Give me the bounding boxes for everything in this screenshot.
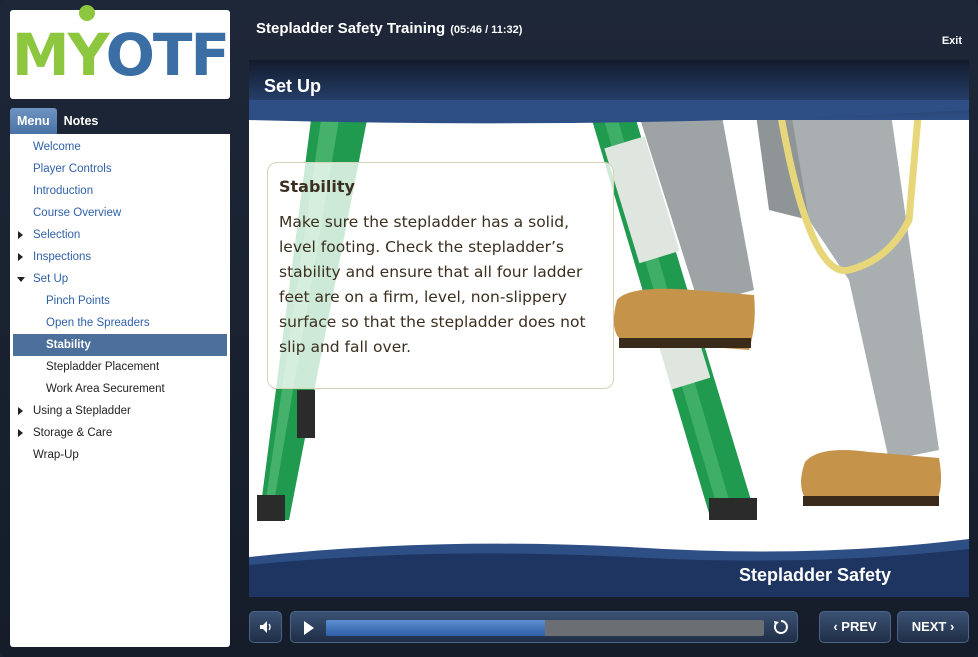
menu-item-label: Storage & Care xyxy=(33,427,113,439)
prev-label: ‹ PREV xyxy=(833,619,877,634)
menu-item-label: Introduction xyxy=(33,185,94,197)
menu-item-wrap-up[interactable]: Wrap-Up xyxy=(13,444,227,466)
progress-track[interactable] xyxy=(326,620,764,636)
menu-item-label: Wrap-Up xyxy=(33,449,79,461)
collapse-caret-icon[interactable] xyxy=(17,277,25,282)
menu-item-label: Course Overview xyxy=(33,207,122,219)
ladder-foot-left xyxy=(257,495,285,521)
progress-fill xyxy=(326,620,545,636)
menu-item-open-the-spreaders[interactable]: Open the Spreaders xyxy=(13,312,227,334)
logo-letter-y: Y xyxy=(68,4,108,89)
logo-letter-m: M xyxy=(11,20,70,89)
menu-item-player-controls[interactable]: Player Controls xyxy=(13,158,227,180)
menu-item-storage-care[interactable]: Storage & Care xyxy=(13,422,227,444)
course-time: (05:46 / 11:32) xyxy=(450,24,523,36)
menu-item-introduction[interactable]: Introduction xyxy=(13,180,227,202)
menu-item-stepladder-placement[interactable]: Stepladder Placement xyxy=(13,356,227,378)
expand-caret-icon[interactable] xyxy=(18,429,23,437)
volume-icon xyxy=(260,621,271,633)
menu-item-label: Selection xyxy=(33,229,81,241)
menu-item-label: Stepladder Placement xyxy=(46,361,160,373)
logo-letter-o: O xyxy=(105,20,155,89)
ladder-foot-right xyxy=(709,498,757,520)
menu-item-label: Using a Stepladder xyxy=(33,405,131,417)
menu-item-stability[interactable]: Stability xyxy=(13,334,227,356)
expand-caret-icon[interactable] xyxy=(18,253,23,261)
expand-caret-icon[interactable] xyxy=(18,231,23,239)
playback-bar xyxy=(290,611,798,643)
volume-button[interactable] xyxy=(249,611,282,643)
callout-title: Stability xyxy=(279,177,355,196)
logo-letters-tf: TF xyxy=(152,20,230,89)
course-title-text: Stepladder Safety Training xyxy=(256,20,446,37)
prev-button[interactable]: ‹ PREV xyxy=(819,611,891,643)
play-icon[interactable] xyxy=(304,621,314,635)
menu-panel: Welcome Player Controls Introduction Cou… xyxy=(10,134,230,647)
boot-right xyxy=(801,449,942,500)
exit-button[interactable]: Exit xyxy=(942,35,962,47)
menu-item-work-area-securement[interactable]: Work Area Securement xyxy=(13,378,227,400)
menu-item-label: Welcome xyxy=(33,141,81,153)
menu-item-label: Stability xyxy=(46,339,91,351)
menu-item-label: Open the Spreaders xyxy=(46,317,150,329)
menu-item-welcome[interactable]: Welcome xyxy=(13,136,227,158)
replay-icon[interactable] xyxy=(773,619,789,635)
slide-content: Set Up Stability Make sure the stepladde… xyxy=(249,60,969,597)
menu-item-inspections[interactable]: Inspections xyxy=(13,246,227,268)
tab-notes[interactable]: Notes xyxy=(57,108,106,134)
next-label: NEXT › xyxy=(911,619,955,634)
logo-dot xyxy=(78,4,95,21)
menu-item-label: Work Area Securement xyxy=(46,383,165,395)
tab-menu[interactable]: Menu xyxy=(10,108,57,134)
menu-item-course-overview[interactable]: Course Overview xyxy=(13,202,227,224)
menu-item-label: Pinch Points xyxy=(46,295,110,307)
menu-item-label: Player Controls xyxy=(33,163,112,175)
sidebar-tabs: Menu Notes xyxy=(10,108,230,134)
menu-item-label: Set Up xyxy=(33,273,69,285)
expand-caret-icon[interactable] xyxy=(18,407,23,415)
info-callout: Stability Make sure the stepladder has a… xyxy=(267,162,614,389)
menu-item-using-a-stepladder[interactable]: Using a Stepladder xyxy=(13,400,227,422)
header-wave xyxy=(249,100,969,124)
menu-item-pinch-points[interactable]: Pinch Points xyxy=(13,290,227,312)
callout-body: Make sure the stepladder has a solid, le… xyxy=(279,213,586,356)
next-button[interactable]: NEXT › xyxy=(897,611,969,643)
footer-label: Stepladder Safety xyxy=(738,565,891,585)
course-title: Stepladder Safety Training (05:46 / 11:32… xyxy=(256,20,522,37)
menu-item-selection[interactable]: Selection xyxy=(13,224,227,246)
slide-title: Set Up xyxy=(264,76,322,96)
logo: M YOTF xyxy=(10,4,230,99)
menu-item-set-up[interactable]: Set Up xyxy=(13,268,227,290)
menu-item-label: Inspections xyxy=(33,251,92,263)
